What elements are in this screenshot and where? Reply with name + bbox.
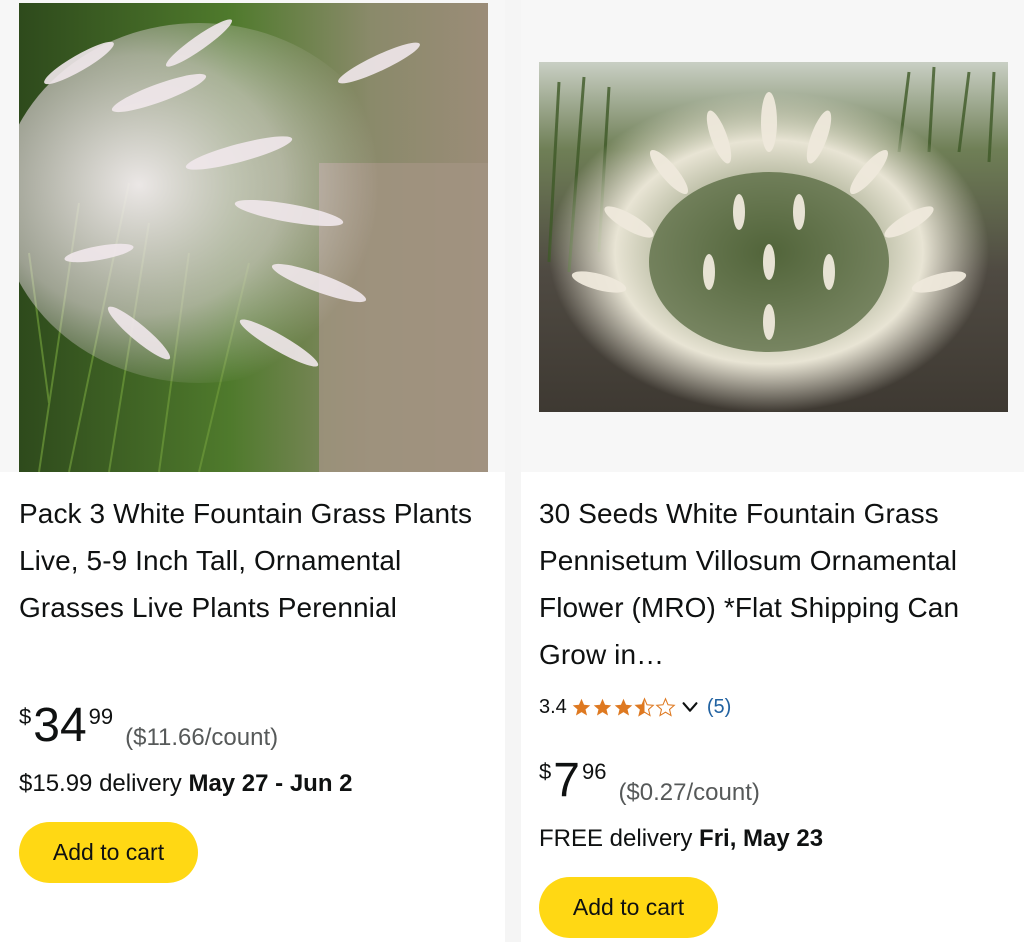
price: $ 7 96 ($0.27/count) [539,753,760,809]
product-card-2: 30 Seeds White Fountain Grass Pennisetum… [521,0,1024,942]
rating-count-link[interactable]: (5) [707,696,731,719]
rating[interactable]: 3.4 (5) [539,692,731,722]
price-fraction: 96 [581,759,607,784]
unit-price: ($0.27/count) [618,779,760,806]
add-to-cart-button[interactable]: Add to cart [539,877,718,938]
product-title[interactable]: Pack 3 White Fountain Grass Plants Live,… [19,490,489,631]
rating-value: 3.4 [539,695,567,718]
price-whole: 34 [33,699,87,752]
price: $ 34 99 ($11.66/count) [19,698,278,754]
price-fraction: 99 [88,704,114,729]
delivery-info: FREE delivery Fri, May 23 [539,825,823,853]
add-to-cart-button[interactable]: Add to cart [19,822,198,883]
delivery-prefix: FREE delivery [539,825,693,852]
star-empty-icon [655,696,676,717]
star-icon [593,698,612,716]
delivery-dates: Fri, May 23 [699,825,824,852]
chevron-down-icon[interactable] [679,696,701,718]
star-icon [572,698,591,716]
star-half-icon [634,696,655,717]
price-whole: 7 [553,754,580,807]
price-currency: $ [19,704,32,729]
product-image-fountain-grass-plants[interactable] [19,3,488,472]
star-icon [614,698,633,716]
delivery-info: $15.99 delivery May 27 - Jun 2 [19,770,353,798]
product-image-area[interactable] [0,0,505,472]
delivery-dates: May 27 - Jun 2 [188,770,353,797]
product-image-fountain-grass-seeds[interactable] [539,62,1008,412]
delivery-prefix: $15.99 delivery [19,770,182,797]
price-currency: $ [539,759,552,784]
product-title[interactable]: 30 Seeds White Fountain Grass Pennisetum… [539,490,1009,678]
column-divider [505,0,521,942]
unit-price: ($11.66/count) [125,724,279,751]
product-card-1: Pack 3 White Fountain Grass Plants Live,… [0,0,505,942]
product-image-area[interactable] [521,0,1024,472]
star-rating [571,696,676,718]
